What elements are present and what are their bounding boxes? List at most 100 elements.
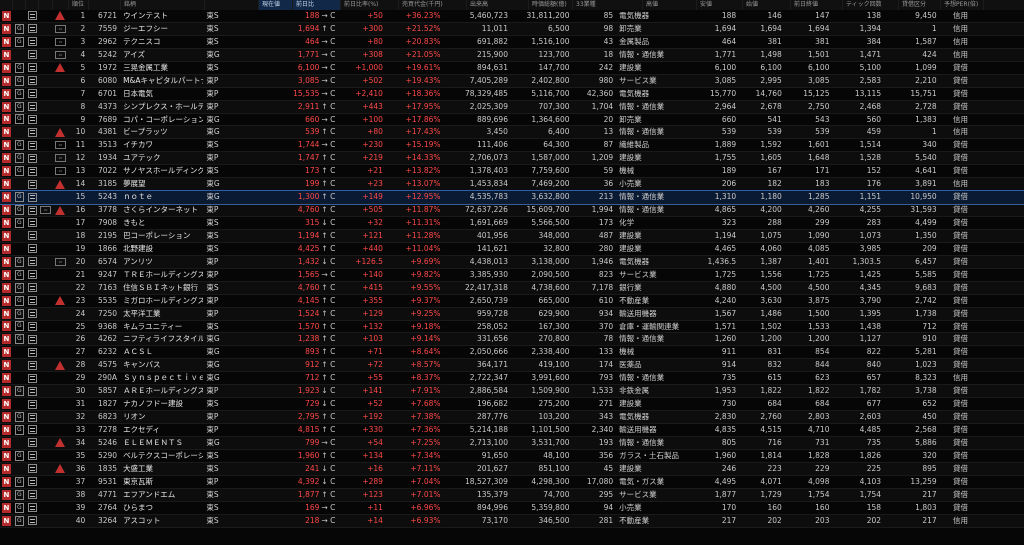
news-badge-icon[interactable]: N [1, 243, 11, 254]
warning-cell[interactable]: ▭ [53, 139, 69, 151]
header-h-n[interactable] [0, 0, 13, 10]
header-h-ind[interactable]: 33業種 [573, 0, 643, 10]
news-cell[interactable]: N [0, 49, 13, 61]
stock-code[interactable]: 290A [88, 372, 120, 384]
warning-cell[interactable] [53, 450, 69, 462]
table-row[interactable]: N 18 2195 巴コーポレーション 東S 1,194 ↑ C +121 +11.28% 401… [0, 229, 1024, 243]
row-menu-icon[interactable] [27, 63, 37, 73]
header-h-tag[interactable] [39, 0, 53, 10]
row-menu-icon[interactable] [27, 477, 37, 487]
group-badge-icon[interactable]: G [14, 114, 24, 125]
menu-cell[interactable] [26, 411, 39, 423]
stock-name[interactable]: 北野建設 [120, 243, 203, 255]
stock-name[interactable]: ジーエフシー [120, 23, 203, 35]
stock-name[interactable]: 夢展望 [120, 178, 203, 190]
tag-cell[interactable] [39, 515, 53, 527]
news-badge-icon[interactable]: N [1, 88, 11, 99]
warning-cell[interactable] [53, 243, 69, 255]
row-menu-icon[interactable] [27, 321, 37, 331]
row-menu-icon[interactable] [27, 205, 37, 215]
row-menu-icon[interactable] [27, 309, 37, 319]
warning-cell[interactable] [53, 476, 69, 488]
news-cell[interactable]: N [0, 256, 13, 268]
header-h-rank[interactable]: 順位 [69, 0, 89, 10]
tag-cell[interactable] [39, 114, 53, 126]
row-menu-icon[interactable] [27, 89, 37, 99]
group-cell[interactable]: G [13, 424, 26, 436]
header-h-per[interactable]: 予想PER(倍) [941, 0, 984, 10]
news-badge-icon[interactable]: N [1, 399, 11, 410]
news-badge-icon[interactable]: N [1, 424, 11, 435]
menu-cell[interactable] [26, 372, 39, 384]
row-menu-icon[interactable] [27, 516, 37, 526]
news-badge-icon[interactable]: N [1, 101, 11, 112]
group-badge-icon[interactable]: G [14, 295, 24, 306]
stock-name[interactable]: ベルテクスコーポレーション [120, 450, 203, 462]
table-row[interactable]: N G 5 1972 三晃金属工業 東S 6,100 → C +1,000 +19.61% 894,… [0, 62, 1024, 75]
stock-name[interactable]: イチカワ [120, 139, 203, 151]
tag-cell[interactable] [39, 411, 53, 423]
stock-code[interactable]: 1934 [88, 152, 120, 164]
group-cell[interactable]: G [13, 88, 26, 100]
group-cell[interactable]: G [13, 385, 26, 397]
group-cell[interactable] [13, 359, 26, 371]
warning-cell[interactable] [53, 321, 69, 333]
menu-cell[interactable] [26, 269, 39, 281]
stock-name[interactable]: アスコット [120, 515, 203, 527]
group-cell[interactable] [13, 10, 26, 22]
stock-code[interactable]: 5242 [88, 49, 120, 61]
group-badge-icon[interactable]: G [14, 502, 24, 513]
stock-name[interactable]: ビープラッツ [120, 126, 203, 138]
row-menu-icon[interactable] [27, 192, 37, 202]
warning-cell[interactable] [53, 333, 69, 345]
stock-code[interactable]: 5535 [88, 295, 120, 307]
news-cell[interactable]: N [0, 243, 13, 255]
warning-cell[interactable] [53, 411, 69, 423]
warning-cell[interactable] [53, 398, 69, 410]
table-row[interactable]: N 1 6721 ウインテスト 東S 188 → C +50 +36.23% 5,460,723 3… [0, 10, 1024, 23]
table-row[interactable]: N G ▭ 12 1934 ユアテック 東P 1,747 ↑ C +219 +14.33% 2,706… [0, 152, 1024, 166]
news-cell[interactable]: N [0, 502, 13, 514]
header-h-name[interactable]: 銘柄 [121, 0, 205, 10]
news-cell[interactable]: N [0, 191, 13, 203]
table-row[interactable]: N G 33 7278 エクセディ 東P 4,815 ↑ C +330 +7.36% 5,214,1… [0, 424, 1024, 437]
group-badge-icon[interactable]: G [14, 424, 24, 435]
news-badge-icon[interactable]: N [1, 179, 11, 190]
stock-code[interactable]: 1866 [88, 243, 120, 255]
news-badge-icon[interactable]: N [1, 10, 11, 21]
group-cell[interactable]: G [13, 333, 26, 345]
stock-name[interactable]: さくらインターネット [120, 204, 203, 216]
group-badge-icon[interactable]: G [14, 269, 24, 280]
stock-code[interactable]: 7163 [88, 282, 120, 294]
stock-name[interactable]: ミガロホールディングス [120, 295, 203, 307]
group-badge-icon[interactable]: G [14, 88, 24, 99]
news-badge-icon[interactable]: N [1, 36, 11, 47]
warning-cell[interactable] [53, 217, 69, 229]
news-badge-icon[interactable]: N [1, 23, 11, 34]
group-cell[interactable] [13, 49, 26, 61]
header-h-vol[interactable]: 出来高 [467, 0, 529, 10]
menu-cell[interactable] [26, 346, 39, 358]
menu-cell[interactable] [26, 204, 39, 216]
group-cell[interactable]: G [13, 36, 26, 48]
row-menu-icon[interactable] [27, 231, 37, 241]
news-cell[interactable]: N [0, 476, 13, 488]
row-menu-icon[interactable] [27, 464, 37, 474]
news-badge-icon[interactable]: N [1, 295, 11, 306]
news-badge-icon[interactable]: N [1, 205, 11, 216]
menu-cell[interactable] [26, 295, 39, 307]
menu-cell[interactable] [26, 308, 39, 320]
row-menu-icon[interactable] [27, 360, 37, 370]
news-badge-icon[interactable]: N [1, 140, 11, 151]
table-row[interactable]: N G ▭ 16 3778 さくらインターネット 東P 4,760 ↑ C +505 +11.87%… [0, 204, 1024, 217]
header-h-warn[interactable] [53, 0, 69, 10]
menu-cell[interactable] [26, 476, 39, 488]
row-menu-icon[interactable] [27, 76, 37, 86]
stock-name[interactable]: ＥＬＥＭＥＮＴＳ [120, 437, 203, 449]
news-badge-icon[interactable]: N [1, 269, 11, 280]
group-cell[interactable]: G [13, 489, 26, 501]
row-menu-icon[interactable] [27, 24, 37, 34]
warning-cell[interactable] [53, 88, 69, 100]
group-badge-icon[interactable]: G [14, 153, 24, 164]
news-badge-icon[interactable]: N [1, 489, 11, 500]
